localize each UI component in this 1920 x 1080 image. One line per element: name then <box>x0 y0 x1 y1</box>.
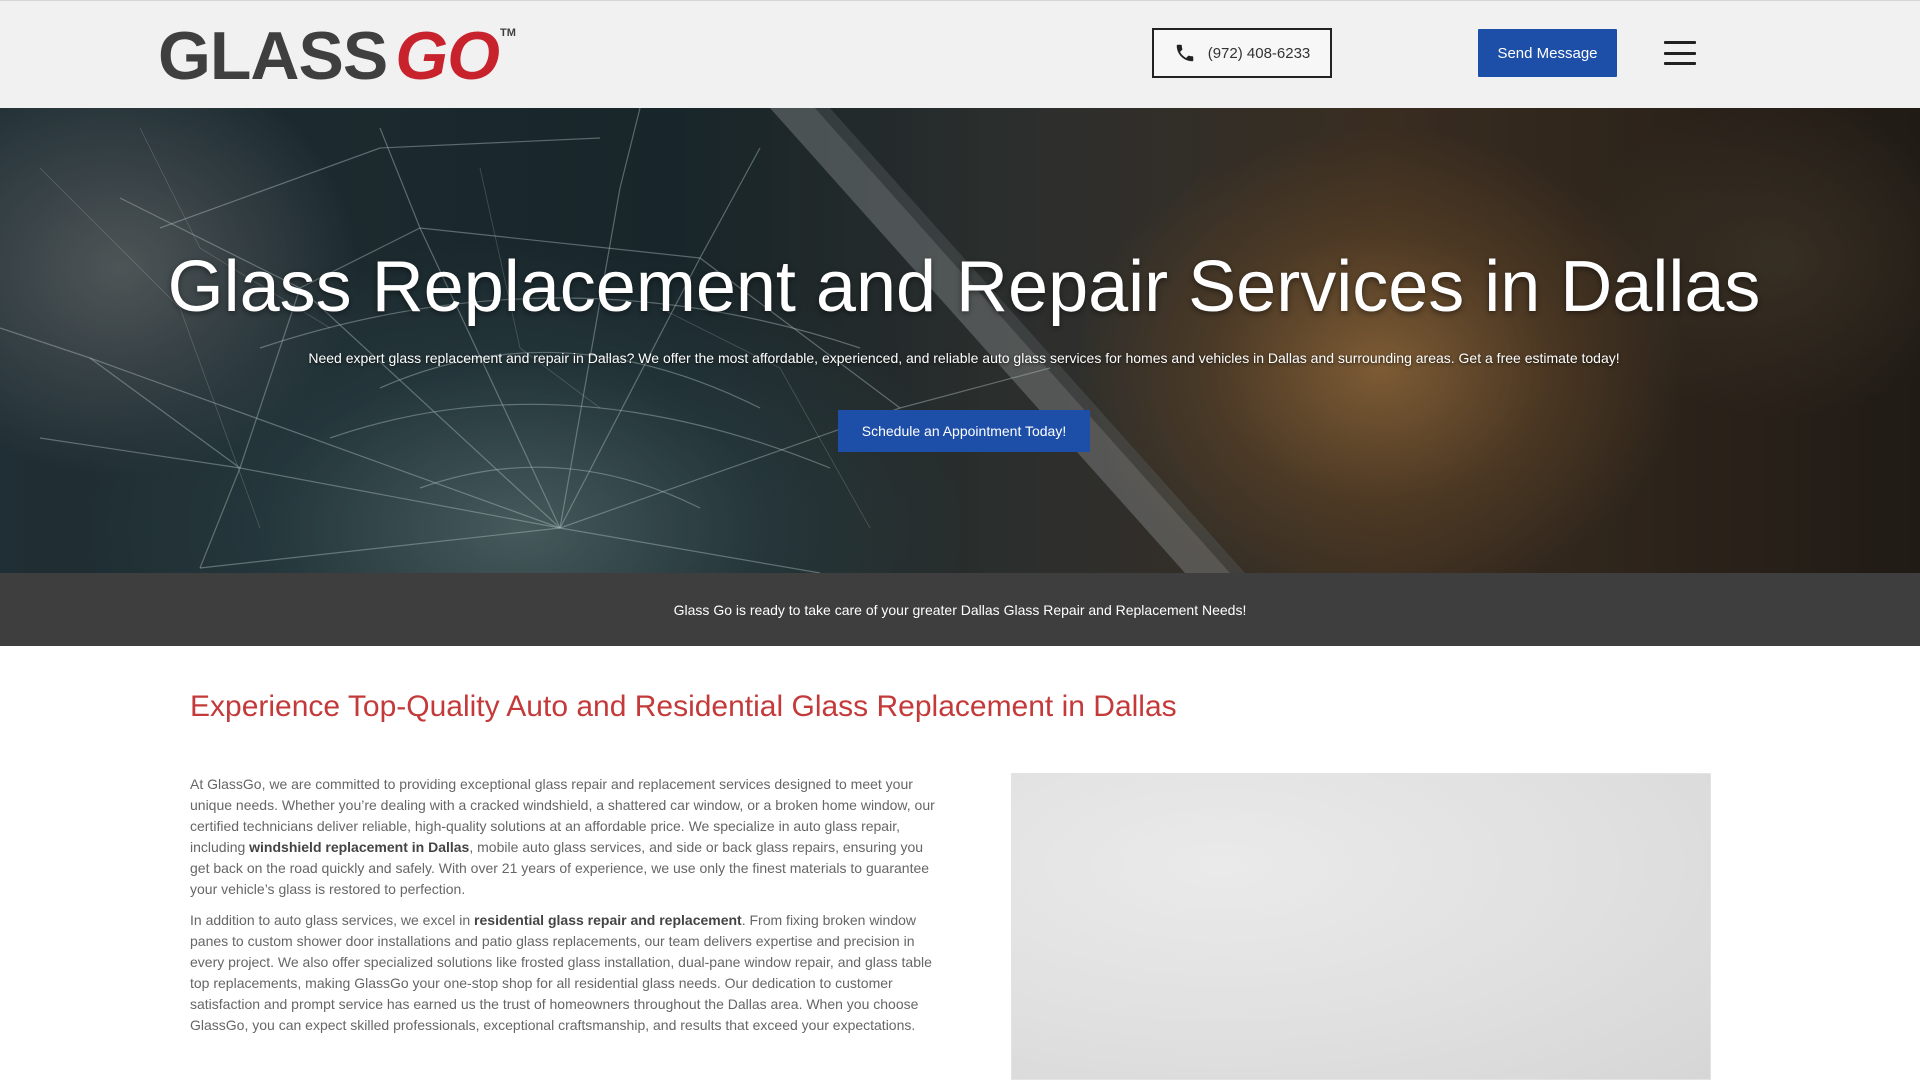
info-band: Glass Go is ready to take care of your g… <box>0 573 1920 646</box>
paragraph-text: . From fixing broken window panes to cus… <box>190 912 932 1033</box>
section-body: At GlassGo, we are committed to providin… <box>190 774 942 1046</box>
info-band-text: Glass Go is ready to take care of your g… <box>673 601 1247 618</box>
hamburger-menu-icon[interactable] <box>1664 41 1696 65</box>
phone-icon <box>1176 44 1193 62</box>
section-title: Experience Top-Quality Auto and Resident… <box>190 690 1177 723</box>
logo-trademark: TM <box>500 27 516 39</box>
logo-go-text: GO <box>395 18 500 94</box>
glassgo-logo[interactable]: GLASS GO TM <box>158 18 516 94</box>
paragraph-text: In addition to auto glass services, we e… <box>190 912 475 928</box>
paragraph-auto-glass: At GlassGo, we are committed to providin… <box>190 774 942 900</box>
phone-button[interactable]: (972) 408-6233 <box>1152 28 1332 78</box>
residential-glass-bold-text: residential glass repair and replacement <box>474 912 742 928</box>
windshield-replacement-link-text: windshield replacement in Dallas <box>249 839 470 855</box>
hero-subtitle: Need expert glass replacement and repair… <box>308 350 1620 366</box>
menu-line <box>1664 51 1696 55</box>
section-image-placeholder <box>1011 773 1711 1080</box>
hero-overlay <box>0 108 1920 573</box>
paragraph-residential-glass: In addition to auto glass services, we e… <box>190 910 942 1036</box>
phone-number: (972) 408-6233 <box>1207 44 1311 62</box>
hero-banner: Glass Replacement and Repair Services in… <box>0 108 1920 573</box>
site-header: GLASS GO TM (972) 408-6233 Send Message <box>0 0 1920 108</box>
menu-line <box>1664 62 1696 65</box>
schedule-appointment-button[interactable]: Schedule an Appointment Today! <box>838 410 1090 452</box>
menu-line <box>1664 41 1696 44</box>
send-message-button[interactable]: Send Message <box>1478 29 1617 77</box>
hero-title: Glass Replacement and Repair Services in… <box>167 247 1761 327</box>
logo-glass-text: GLASS <box>158 18 388 94</box>
